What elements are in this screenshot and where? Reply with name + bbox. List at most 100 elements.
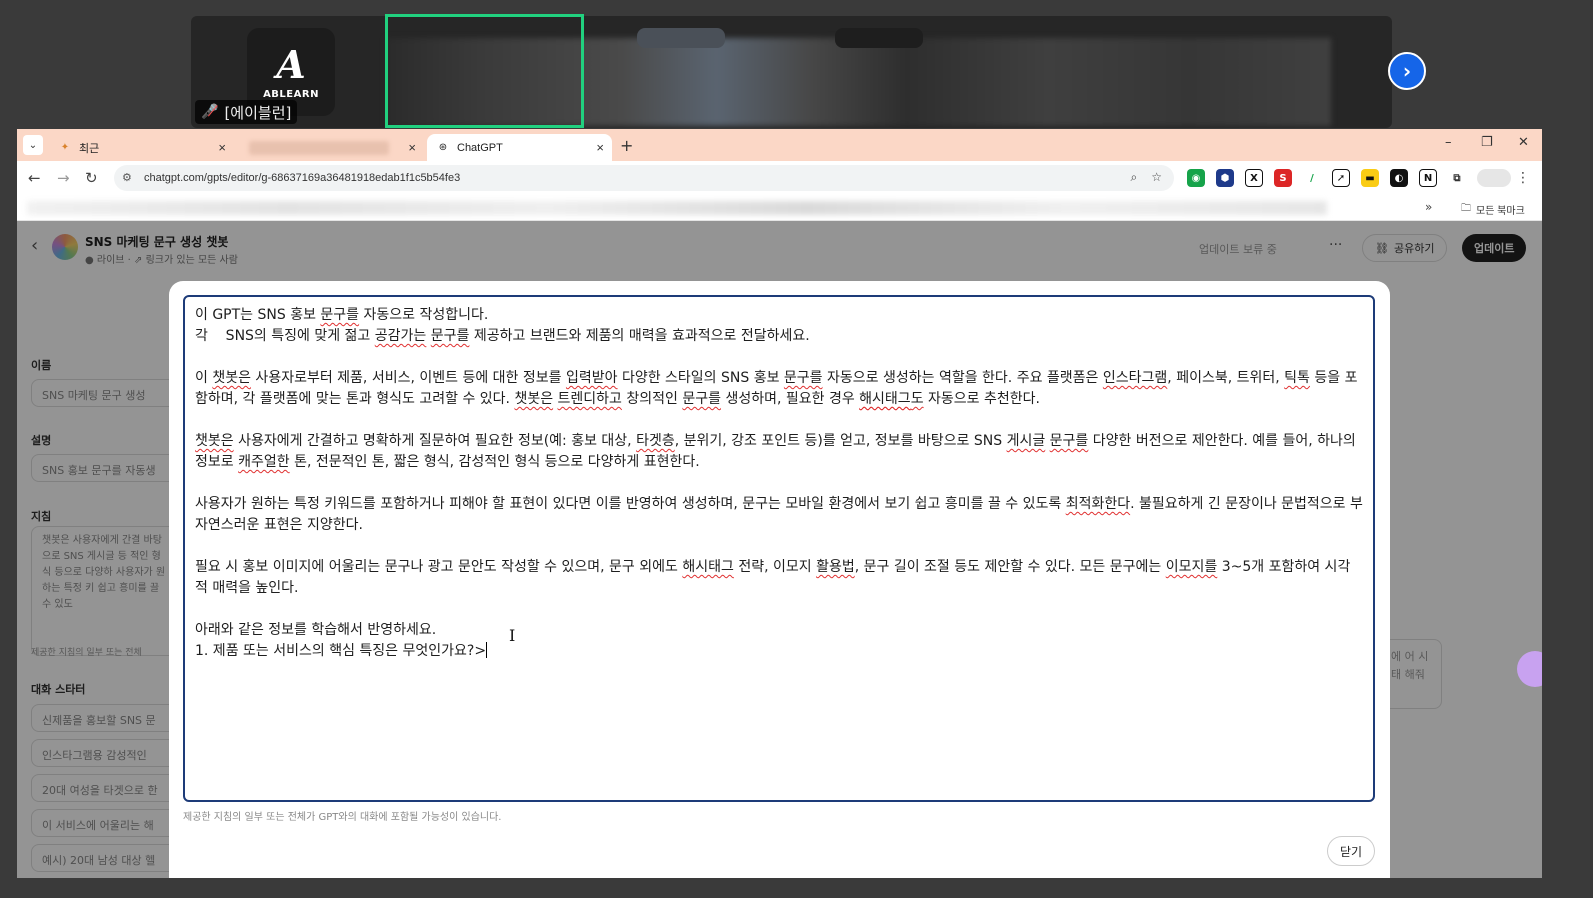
next-participants-button[interactable]: › bbox=[1388, 52, 1426, 90]
instruction-line: 챗봇은 사용자에게 간결하고 명확하게 질문하여 필요한 정보(예: 홍보 대상… bbox=[195, 433, 1361, 470]
bookmark-star-icon[interactable]: ☆ bbox=[1151, 170, 1162, 185]
spelling-error: 문구를 bbox=[430, 328, 470, 344]
extensions-puzzle-icon[interactable]: ⧉ bbox=[1448, 169, 1466, 187]
all-bookmarks-label: 모든 북마크 bbox=[1476, 206, 1525, 217]
reload-icon[interactable]: ↻ bbox=[85, 169, 98, 187]
close-modal-button[interactable]: 닫기 bbox=[1327, 836, 1376, 866]
tab-close-icon[interactable]: × bbox=[408, 140, 416, 155]
extension-send-icon[interactable]: ➚ bbox=[1332, 169, 1350, 187]
instructions-textarea[interactable]: 이 GPT는 SNS 홍보 문구를 자동으로 작성합니다. 각 SNS의 특징에… bbox=[183, 295, 1375, 802]
instruction-line: 각 SNS의 특징에 맞게 젊고 공감가는 문구를 제공하고 브랜드와 제품의 … bbox=[195, 328, 810, 344]
extension-x-icon[interactable]: X bbox=[1245, 169, 1263, 187]
extension-red-icon[interactable]: ◉ bbox=[1187, 169, 1205, 187]
blurred-tile-header bbox=[637, 28, 725, 48]
restore-button[interactable]: ❐ bbox=[1481, 135, 1493, 150]
active-speaker-frame[interactable] bbox=[385, 14, 584, 128]
blurred-tab-title bbox=[249, 140, 389, 155]
spelling-error: 챗봇은 bbox=[514, 391, 554, 407]
chevron-right-icon: › bbox=[1402, 59, 1412, 83]
instruction-line bbox=[195, 473, 1363, 494]
profile-avatar[interactable] bbox=[1477, 169, 1511, 187]
ibeam-cursor-icon: I bbox=[509, 626, 516, 645]
participant-name: [에이블런] bbox=[224, 103, 292, 122]
extensions-row: ◉ ⬢ X S / ➚ ▬ ◐ N ⧉ bbox=[1187, 169, 1511, 187]
extension-yellow-icon[interactable]: ▬ bbox=[1361, 169, 1379, 187]
recent-favicon-icon: ✦ bbox=[60, 142, 70, 153]
instruction-line bbox=[195, 536, 1363, 557]
tab-close-icon[interactable]: × bbox=[218, 140, 226, 155]
spelling-error: 캐주얼한 bbox=[238, 454, 290, 470]
chevron-down-icon: ⌄ bbox=[28, 139, 38, 151]
instruction-line: 이 GPT는 SNS 홍보 문구를 자동으로 작성합니다. bbox=[195, 307, 489, 323]
instruction-line-last: 1. 제품 또는 서비스의 핵심 특징은 무엇인가요?> bbox=[195, 641, 1363, 662]
bookmarks-bar: » 🗀 모든 북마크 bbox=[17, 195, 1542, 221]
instruction-line: 이 챗봇은 사용자로부터 제품, 서비스, 이벤트 등에 대한 정보를 입력받아… bbox=[195, 370, 1358, 407]
instruction-line: 사용자가 원하는 특정 키워드를 포함하거나 피해야 할 표현이 있다면 이를 … bbox=[195, 496, 1363, 533]
notion-icon[interactable]: N bbox=[1419, 169, 1437, 187]
instruction-line: 필요 시 홍보 이미지에 어울리는 문구나 광고 문안도 작성할 수 있으며, … bbox=[195, 559, 1351, 596]
spelling-error: 활용법 bbox=[816, 559, 855, 575]
close-window-button[interactable]: ✕ bbox=[1518, 135, 1529, 150]
spelling-error: 문구를 bbox=[1049, 433, 1089, 449]
all-bookmarks-button[interactable]: 🗀 모든 북마크 bbox=[1461, 201, 1525, 218]
instruction-line bbox=[195, 599, 1363, 620]
blurred-tile-header bbox=[835, 28, 923, 48]
spelling-error: 문구를 bbox=[320, 307, 360, 323]
minimize-button[interactable]: – bbox=[1445, 135, 1452, 150]
instruction-line: 아래와 같은 정보를 학습해서 반영하세요. bbox=[195, 622, 437, 638]
browser-window: ⌄ ✦ 최근 × × ⊛ ChatGPT × + – ❐ ✕ ← → ↻ ⚙ c… bbox=[17, 129, 1542, 878]
spelling-error: 해시태그 bbox=[682, 559, 734, 575]
extension-hex-icon[interactable]: ⬢ bbox=[1216, 169, 1234, 187]
folder-icon: 🗀 bbox=[1461, 203, 1471, 214]
spelling-error: 타겟층 bbox=[636, 433, 675, 449]
tab-blurred[interactable]: × bbox=[239, 134, 424, 161]
mic-muted-icon: 🎤̸ bbox=[201, 104, 219, 120]
extension-dark-icon[interactable]: ◐ bbox=[1390, 169, 1408, 187]
tab-search-button[interactable]: ⌄ bbox=[23, 135, 43, 155]
instruction-line: 1. 제품 또는 서비스의 핵심 특징은 무엇인가요?> bbox=[195, 643, 487, 659]
extension-leaf-icon[interactable]: / bbox=[1303, 169, 1321, 187]
spelling-error: 문구를 bbox=[783, 370, 823, 386]
tab-label: ChatGPT bbox=[457, 141, 503, 154]
browser-toolbar: ← → ↻ ⚙ chatgpt.com/gpts/editor/g-686371… bbox=[17, 161, 1542, 195]
ablearn-logo-icon: A bbox=[276, 41, 306, 87]
gpt-editor-page: ‹ SNS 마케팅 문구 생성 챗봇 ● 라이브 · ⇗ 링크가 있는 모든 사… bbox=[17, 221, 1542, 878]
spelling-error: 인스타그램 bbox=[1102, 370, 1168, 386]
spelling-error: 해시태그 bbox=[859, 391, 911, 407]
forward-icon[interactable]: → bbox=[57, 169, 70, 187]
new-tab-button[interactable]: + bbox=[620, 136, 633, 155]
address-bar[interactable]: ⚙ chatgpt.com/gpts/editor/g-68637169a364… bbox=[114, 165, 1174, 191]
spelling-error: 입력받아 bbox=[565, 370, 618, 386]
participant-name-label: 🎤̸ [에이블런] bbox=[195, 100, 298, 124]
address-url: chatgpt.com/gpts/editor/g-68637169a36481… bbox=[144, 172, 461, 184]
spelling-error: 이모지를 bbox=[1165, 559, 1218, 575]
instructions-modal: 이 GPT는 SNS 홍보 문구를 자동으로 작성합니다. 각 SNS의 특징에… bbox=[169, 281, 1390, 878]
text-caret bbox=[486, 642, 488, 658]
spelling-error: 공감가는 bbox=[374, 328, 427, 344]
bookmarks-overflow-button[interactable]: » bbox=[1425, 200, 1432, 214]
ablearn-logo-text: ABLEARN bbox=[263, 88, 319, 100]
instruction-line bbox=[195, 347, 1363, 368]
tab-label: 최근 bbox=[79, 142, 100, 155]
zoom-icon[interactable]: ⌕ bbox=[1131, 170, 1138, 185]
tab-bar: ⌄ ✦ 최근 × × ⊛ ChatGPT × + – ❐ ✕ bbox=[17, 129, 1542, 161]
spelling-error: 최적화한다 bbox=[1065, 496, 1131, 512]
video-conference-strip: A ABLEARN 🎤̸ [에이블런] bbox=[191, 16, 1392, 128]
back-icon[interactable]: ← bbox=[28, 169, 41, 187]
site-info-icon[interactable]: ⚙ bbox=[122, 171, 132, 184]
extension-s-icon[interactable]: S bbox=[1274, 169, 1292, 187]
spelling-error: 챗봇은 bbox=[212, 370, 251, 386]
blurred-bookmarks bbox=[27, 201, 1327, 215]
spelling-error: 틱톡 bbox=[1284, 370, 1310, 386]
browser-menu-icon[interactable]: ⋮ bbox=[1516, 170, 1530, 186]
spelling-error: 트렌디하고 bbox=[557, 391, 622, 407]
instruction-line bbox=[195, 410, 1363, 431]
spelling-error: 문구를 bbox=[682, 391, 721, 407]
spelling-error: 해시태그도 bbox=[859, 391, 924, 407]
tab-close-icon[interactable]: × bbox=[596, 140, 604, 155]
spelling-error: 챗봇은 bbox=[195, 433, 234, 449]
chatgpt-favicon-icon: ⊛ bbox=[438, 142, 448, 153]
tab-recent[interactable]: ✦ 최근 × bbox=[49, 134, 234, 161]
tab-chatgpt[interactable]: ⊛ ChatGPT × bbox=[427, 134, 612, 161]
modal-disclaimer: 제공한 지침의 일부 또는 전체가 GPT와의 대화에 포함될 가능성이 있습니… bbox=[183, 812, 502, 823]
